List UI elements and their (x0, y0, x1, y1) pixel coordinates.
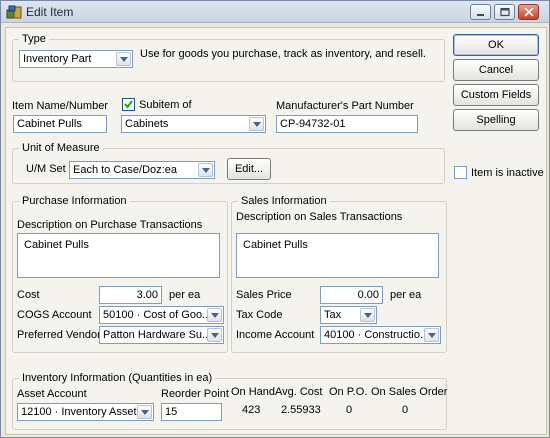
cogs-account-value: 50100 · Cost of Goo... (103, 309, 212, 321)
on-hand-label: On Hand (231, 386, 276, 398)
item-name-field[interactable]: Cabinet Pulls (13, 115, 107, 133)
tax-code-value: Tax (324, 309, 342, 321)
on-sales-order-label: On Sales Order (371, 386, 448, 398)
subitem-select-value: Cabinets (125, 118, 169, 130)
inventory-info-group: Inventory Information (Quantities in ea)… (12, 372, 448, 430)
sales-price-field[interactable]: 0.00 (320, 286, 383, 304)
mfr-part-field[interactable]: CP-94732-01 (276, 115, 418, 133)
cogs-account-label: COGS Account (17, 309, 92, 321)
sales-legend: Sales Information (238, 195, 330, 207)
chevron-down-icon (360, 308, 375, 322)
purchase-description-field[interactable]: Cabinet Pulls (17, 233, 220, 278)
item-inactive-label: Item is inactive (471, 167, 544, 179)
avg-cost-value: 2.55933 (281, 404, 321, 416)
maximize-icon (500, 8, 510, 17)
type-legend: Type (19, 33, 49, 45)
income-account-value: 40100 · Constructio... (324, 329, 430, 341)
purchase-info-group: Purchase Information Description on Purc… (12, 195, 228, 353)
preferred-vendor-select[interactable]: Patton Hardware Su... (99, 326, 224, 344)
type-group: Type Inventory Part Use for goods you pu… (12, 33, 445, 82)
item-name-label: Item Name/Number (12, 100, 108, 112)
uom-legend: Unit of Measure (19, 142, 103, 154)
minimize-button[interactable] (470, 4, 491, 20)
subitem-checkbox[interactable] (122, 98, 135, 111)
edit-item-window: Edit Item Type Inventory Part Use for go… (0, 0, 550, 438)
cost-field[interactable]: 3.00 (99, 286, 162, 304)
chevron-down-icon (207, 308, 222, 322)
type-select[interactable]: Inventory Part (19, 50, 133, 68)
chevron-down-icon (137, 405, 152, 419)
cost-label: Cost (17, 289, 40, 301)
purchase-legend: Purchase Information (19, 195, 130, 207)
ok-button[interactable]: OK (453, 34, 539, 56)
on-hand-value: 423 (242, 404, 261, 416)
dialog-body: Type Inventory Part Use for goods you pu… (5, 27, 547, 435)
sales-desc-label: Description on Sales Transactions (236, 211, 403, 223)
um-set-select[interactable]: Each to Case/Doz:ea (69, 161, 215, 179)
close-button[interactable] (518, 4, 539, 20)
app-icon (6, 5, 22, 19)
subitem-select[interactable]: Cabinets (121, 115, 266, 133)
sales-price-unit: per ea (390, 289, 422, 301)
sales-description-field[interactable]: Cabinet Pulls (236, 233, 439, 278)
income-account-select[interactable]: 40100 · Constructio... (320, 326, 441, 344)
sales-price-label: Sales Price (236, 289, 292, 301)
window-title: Edit Item (26, 5, 74, 19)
cost-unit: per ea (169, 289, 201, 301)
on-po-label: On P.O. (329, 386, 368, 398)
item-inactive-checkbox[interactable] (454, 166, 467, 179)
chevron-down-icon (116, 52, 131, 66)
purchase-desc-label: Description on Purchase Transactions (17, 219, 203, 231)
type-select-value: Inventory Part (23, 53, 92, 65)
spelling-button[interactable]: Spelling (453, 109, 539, 131)
asset-account-select[interactable]: 12100 · Inventory Asset (17, 403, 154, 421)
um-edit-button[interactable]: Edit... (227, 158, 271, 180)
preferred-vendor-label: Preferred Vendor (17, 329, 101, 341)
subitem-label: Subitem of (139, 99, 192, 111)
close-icon (524, 8, 534, 17)
um-set-label: U/M Set (26, 163, 66, 175)
type-description: Use for goods you purchase, track as inv… (140, 48, 426, 60)
mfr-part-label: Manufacturer's Part Number (276, 100, 414, 112)
inventory-legend: Inventory Information (Quantities in ea) (19, 372, 216, 384)
maximize-button[interactable] (494, 4, 515, 20)
cogs-account-select[interactable]: 50100 · Cost of Goo... (99, 306, 224, 324)
reorder-point-field[interactable]: 15 (161, 403, 222, 421)
chevron-down-icon (207, 328, 222, 342)
chevron-down-icon (249, 117, 264, 131)
minimize-icon (477, 14, 484, 16)
avg-cost-label: Avg. Cost (275, 386, 323, 398)
asset-account-value: 12100 · Inventory Asset (21, 406, 137, 418)
income-account-label: Income Account (236, 329, 315, 341)
custom-fields-button[interactable]: Custom Fields (453, 84, 539, 106)
unit-of-measure-group: Unit of Measure U/M Set Each to Case/Doz… (12, 142, 445, 184)
tax-code-select[interactable]: Tax (320, 306, 377, 324)
asset-account-label: Asset Account (17, 388, 87, 400)
um-set-select-value: Each to Case/Doz:ea (73, 164, 177, 176)
sales-info-group: Sales Information Description on Sales T… (231, 195, 447, 353)
title-bar[interactable]: Edit Item (1, 1, 549, 23)
cancel-button[interactable]: Cancel (453, 59, 539, 81)
chevron-down-icon (198, 163, 213, 177)
chevron-down-icon (424, 328, 439, 342)
reorder-point-label: Reorder Point (161, 388, 229, 400)
preferred-vendor-value: Patton Hardware Su... (103, 329, 212, 341)
checkmark-icon (124, 100, 133, 109)
on-po-value: 0 (346, 404, 353, 416)
tax-code-label: Tax Code (236, 309, 283, 321)
on-sales-order-value: 0 (402, 404, 409, 416)
